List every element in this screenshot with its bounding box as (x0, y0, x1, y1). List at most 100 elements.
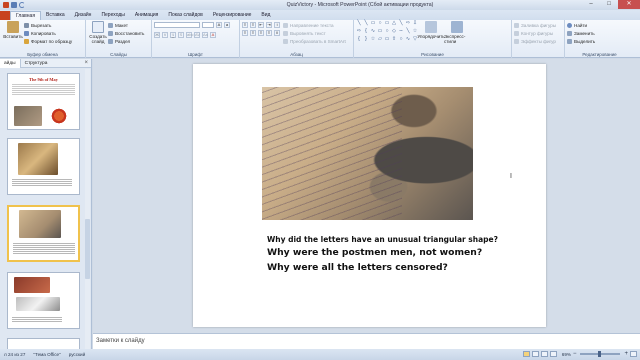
shape-rect-icon[interactable]: ▭ (384, 21, 390, 26)
close-button[interactable]: ✕ (618, 0, 640, 9)
new-slide-button[interactable]: Создать слайд (88, 21, 108, 45)
shape-oval-icon[interactable]: ○ (398, 37, 404, 42)
slide-thumbnail-3[interactable] (7, 205, 80, 262)
language-indicator[interactable]: русский (65, 352, 89, 357)
tab-file[interactable] (0, 11, 10, 20)
zoom-slider[interactable] (580, 351, 621, 357)
find-button[interactable]: Найти (567, 21, 632, 29)
close-panel-icon[interactable]: × (84, 60, 88, 66)
shape-line-icon[interactable]: ╲ (398, 21, 404, 26)
columns-button[interactable]: ‖ (274, 30, 280, 36)
align-right-button[interactable]: ≡ (258, 30, 264, 36)
format-painter-button[interactable]: Формат по образцу (24, 37, 72, 45)
shape-curve-icon[interactable]: ∿ (370, 29, 376, 34)
panel-scrollbar[interactable] (85, 69, 90, 349)
tab-outline-panel[interactable]: Структура (21, 59, 52, 68)
normal-view-button[interactable] (522, 351, 530, 357)
numbering-button[interactable]: ≡ (250, 22, 256, 28)
copy-button[interactable]: Копировать (24, 29, 72, 37)
text-direction-button[interactable]: Направление текста (283, 21, 346, 29)
shape-brace-icon[interactable]: { (363, 29, 369, 34)
zoom-out-icon[interactable]: − (573, 351, 577, 357)
change-case-button[interactable]: Aa (202, 32, 208, 38)
shape-effects-button[interactable]: Эффекты фигур (514, 37, 562, 45)
shapes-gallery[interactable]: ╲ ╲ ▭ ○ ▭ △ ╲ ⇨ ⇩ ⇨{∿ ▭ ○ ◇ ∽ ╲ ☆ {} ☆ ▱ ▭ ⇧ ○ ∿ ▽ (356, 21, 418, 44)
align-text-button[interactable]: Выровнять текст (283, 29, 346, 37)
zoom-in-icon[interactable]: + (624, 351, 628, 357)
quick-styles-button[interactable]: Экспресс-стили (444, 21, 470, 44)
justify-button[interactable]: ≡ (266, 30, 272, 36)
shape-triangle-icon[interactable]: △ (391, 21, 397, 26)
shape-arrow-icon[interactable]: ⇨ (405, 21, 411, 26)
question-3[interactable]: Why were all the letters censored? (267, 262, 448, 273)
line-spacing-button[interactable]: ↕ (274, 22, 280, 28)
arrange-button[interactable]: Упорядочить (417, 21, 445, 44)
shape-rect-icon[interactable]: ▭ (370, 21, 376, 26)
reading-view-button[interactable] (540, 351, 548, 357)
panel-scroll-thumb[interactable] (85, 219, 90, 279)
shape-line-icon[interactable]: ╲ (363, 21, 369, 26)
tab-transitions[interactable]: Переходы (96, 11, 129, 20)
powerpoint-logo-icon[interactable] (3, 2, 9, 8)
tab-view[interactable]: Вид (256, 11, 275, 20)
shape-line-icon[interactable]: ╲ (405, 29, 411, 34)
slide-thumbnail-1[interactable]: The 9th of May (7, 73, 80, 130)
minimize-button[interactable]: – (582, 0, 600, 9)
strikethrough-button[interactable]: abc (186, 32, 193, 38)
select-button[interactable]: Выделить (567, 37, 632, 45)
shape-brace-icon[interactable]: } (363, 37, 369, 42)
slide-thumbnail-2[interactable] (7, 138, 80, 195)
replace-button[interactable]: Заменить (567, 29, 632, 37)
tab-insert[interactable]: Вставка (41, 11, 70, 20)
italic-button[interactable]: К (162, 32, 168, 38)
tab-slideshow[interactable]: Показ слайдов (163, 11, 207, 20)
shape-arrow-icon[interactable]: ⇨ (356, 29, 362, 34)
font-size-box[interactable] (202, 22, 214, 28)
shrink-font-button[interactable]: a (224, 22, 230, 28)
shape-star-icon[interactable]: ☆ (370, 37, 376, 42)
tab-animations[interactable]: Анимация (130, 11, 163, 20)
tab-slides-panel[interactable]: айды (0, 58, 21, 68)
tab-review[interactable]: Рецензирование (208, 11, 257, 20)
decrease-indent-button[interactable]: ⇤ (258, 22, 264, 28)
shape-diamond-icon[interactable]: ◇ (391, 29, 397, 34)
align-center-button[interactable]: ≡ (250, 30, 256, 36)
current-slide[interactable]: Why did the letters have an unusual tria… (193, 64, 546, 327)
smartart-button[interactable]: Преобразовать в SmartArt (283, 37, 346, 45)
shape-rect-icon[interactable]: ▭ (377, 29, 383, 34)
save-icon[interactable] (11, 2, 17, 8)
bold-button[interactable]: Ж (154, 32, 160, 38)
shape-rect-icon[interactable]: ▭ (384, 37, 390, 42)
maximize-button[interactable]: □ (600, 0, 618, 9)
layout-button[interactable]: Макет (108, 21, 144, 29)
shape-line-icon[interactable]: ╲ (356, 21, 362, 26)
shape-fill-button[interactable]: Заливка фигуры (514, 21, 562, 29)
spacing-button[interactable]: AV (194, 32, 200, 38)
cut-button[interactable]: Вырезать (24, 21, 72, 29)
font-name-box[interactable] (154, 22, 200, 28)
font-color-button[interactable]: A (210, 32, 216, 38)
grow-font-button[interactable]: A (216, 22, 222, 28)
slideshow-view-button[interactable] (549, 351, 557, 357)
paste-button[interactable]: Вставить (2, 21, 24, 45)
shape-outline-button[interactable]: Контур фигуры (514, 29, 562, 37)
shadow-button[interactable]: S (178, 32, 184, 38)
question-2[interactable]: Why were the postmen men, not women? (267, 247, 482, 258)
undo-icon[interactable] (19, 2, 25, 8)
tab-home[interactable]: Главная (10, 11, 42, 20)
shape-arrow-icon[interactable]: ⇩ (412, 21, 418, 26)
notes-pane[interactable]: Заметки к слайду (93, 333, 640, 349)
underline-button[interactable]: Ч (170, 32, 176, 38)
bullets-button[interactable]: ≡ (242, 22, 248, 28)
zoom-slider-knob[interactable] (598, 351, 602, 357)
tab-design[interactable]: Дизайн (70, 11, 97, 20)
sorter-view-button[interactable] (531, 351, 539, 357)
increase-indent-button[interactable]: ⇥ (266, 22, 272, 28)
shape-oval-icon[interactable]: ○ (377, 21, 383, 26)
shape-curve-icon[interactable]: ∽ (398, 29, 404, 34)
shape-arrow-icon[interactable]: ⇧ (391, 37, 397, 42)
question-1[interactable]: Why did the letters have an unusual tria… (267, 235, 498, 244)
reset-button[interactable]: Восстановить (108, 29, 144, 37)
align-left-button[interactable]: ≡ (242, 30, 248, 36)
shape-curve-icon[interactable]: ∿ (405, 37, 411, 42)
